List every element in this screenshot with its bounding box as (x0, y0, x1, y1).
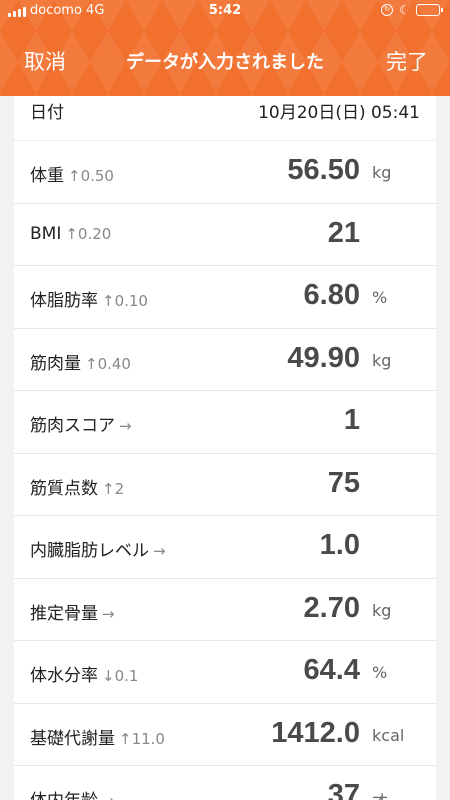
metric-value: 1412.0 (271, 716, 360, 749)
metric-delta: ↑0.10 (102, 292, 148, 310)
navigation-bar: 取消 データが入力されました 完了 (0, 42, 450, 82)
metric-label: 内臓脂肪レベル → (30, 541, 166, 561)
page-title: データが入力されました (126, 52, 324, 73)
metric-value: 21 (327, 216, 360, 249)
metric-value: 64.4 (303, 654, 360, 686)
metric-label: BMI ↑0.20 (30, 223, 112, 244)
metric-delta: → (153, 542, 166, 560)
metric-label: 体水分率 ↓0.1 (30, 666, 139, 686)
metric-unit: kg (372, 350, 392, 370)
metric-label: 推定骨量 → (30, 603, 115, 624)
metric-row-body-fat[interactable]: 体脂肪率 ↑0.10 6.80 % (14, 266, 436, 329)
metric-label: 筋肉スコア → (30, 416, 132, 436)
metric-row-muscle-quality[interactable]: 筋質点数 ↑2 75 (14, 454, 436, 516)
metric-label: 体重 ↑0.50 (30, 166, 114, 186)
metric-value: 49.90 (287, 341, 360, 374)
metric-label: 筋質点数 ↑2 (30, 478, 125, 499)
metric-label: 基礎代謝量 ↑11.0 (30, 728, 165, 749)
metric-unit: kg (372, 600, 392, 620)
date-row[interactable]: 日付 10月20日(日) 05:41 (14, 96, 436, 140)
metric-value: 56.50 (287, 154, 360, 186)
metric-value: 1.0 (319, 529, 360, 561)
metric-delta: ↑0.20 (65, 224, 112, 243)
metric-row-body-water[interactable]: 体水分率 ↓0.1 64.4 % (14, 641, 436, 704)
metric-unit: 才 (372, 788, 388, 800)
metric-unit: kg (372, 163, 392, 182)
lock-rotation-icon: ↻ (381, 4, 394, 16)
moon-icon: ☾ (399, 3, 410, 17)
done-button[interactable]: 完了 (386, 46, 428, 76)
battery-icon (416, 4, 443, 16)
metric-delta: → (102, 604, 115, 623)
metric-unit: % (372, 288, 388, 307)
metric-value: 37 (327, 779, 360, 800)
metric-label: 体内年齢→ (30, 786, 115, 800)
metric-value: 1 (343, 404, 360, 436)
date-label: 日付 (30, 103, 64, 123)
metric-row-bmi[interactable]: BMI ↑0.20 21 (14, 204, 436, 266)
header-bar: docomo 4G 5:42 ↻ ☾ 取消 データが入力されました 完了 (0, 0, 450, 96)
metric-value: 6.80 (303, 279, 360, 311)
metric-row-basal-metabolism[interactable]: 基礎代謝量 ↑11.0 1412.0 kcal (14, 704, 436, 766)
metric-delta: ↑2 (102, 479, 125, 498)
status-bar: docomo 4G 5:42 ↻ ☾ (0, 0, 450, 24)
metric-row-muscle-score[interactable]: 筋肉スコア → 1 (14, 391, 436, 454)
metric-delta: → (102, 792, 115, 800)
metrics-list: 体重 ↑0.50 56.50 kg BMI ↑0.20 21 体脂肪率 ↑0.10 6… (14, 141, 436, 800)
metric-row-muscle-mass[interactable]: 筋肉量 ↑0.40 49.90 kg (14, 329, 436, 391)
metric-delta: ↑11.0 (119, 729, 165, 748)
metric-label: 体脂肪率 ↑0.10 (30, 291, 148, 311)
metric-value: 2.70 (303, 591, 360, 624)
date-value[interactable]: 10月20日(日) 05:41 (258, 98, 420, 123)
metric-row-weight[interactable]: 体重 ↑0.50 56.50 kg (14, 141, 436, 204)
metric-unit: kcal (372, 725, 405, 745)
metric-value: 75 (327, 466, 360, 499)
metric-row-body-age[interactable]: 体内年齢→ 37 才 (14, 766, 436, 800)
metric-delta: → (119, 417, 132, 435)
metric-unit: % (372, 663, 388, 682)
metric-label: 筋肉量 ↑0.40 (30, 353, 131, 374)
metric-row-bone-mass[interactable]: 推定骨量 → 2.70 kg (14, 579, 436, 641)
metric-row-visceral-fat[interactable]: 内臓脂肪レベル → 1.0 (14, 516, 436, 579)
metric-delta: ↓0.1 (102, 667, 139, 685)
metric-delta: ↑0.50 (68, 167, 114, 185)
metric-delta: ↑0.40 (85, 354, 131, 373)
